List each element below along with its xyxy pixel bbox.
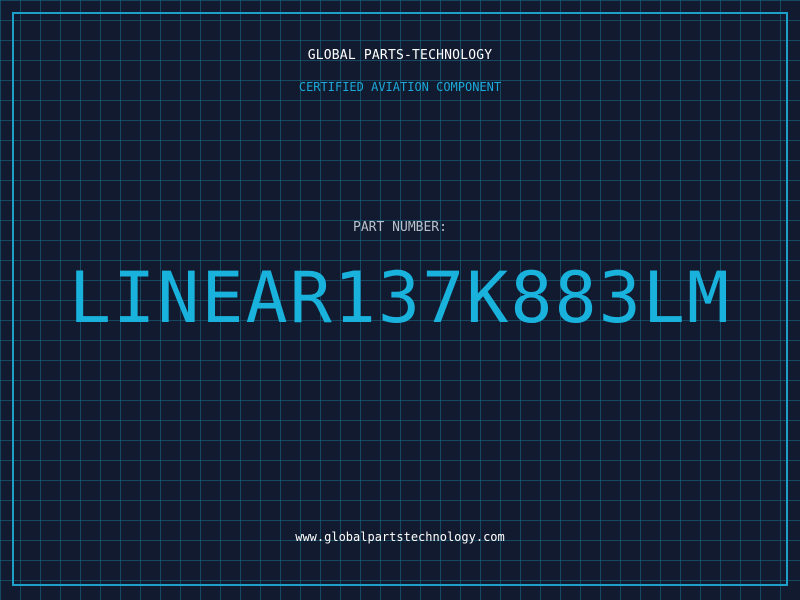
website-url: www.globalpartstechnology.com: [295, 530, 505, 544]
company-name: GLOBAL PARTS-TECHNOLOGY: [307, 48, 493, 63]
part-number-label: PART NUMBER:: [353, 220, 447, 235]
certification-subtitle: CERTIFIED AVIATION COMPONENT: [298, 80, 502, 94]
part-label-card: GLOBAL PARTS-TECHNOLOGY CERTIFIED AVIATI…: [0, 0, 800, 600]
part-number-value: LINEAR137K883LM: [68, 257, 732, 339]
